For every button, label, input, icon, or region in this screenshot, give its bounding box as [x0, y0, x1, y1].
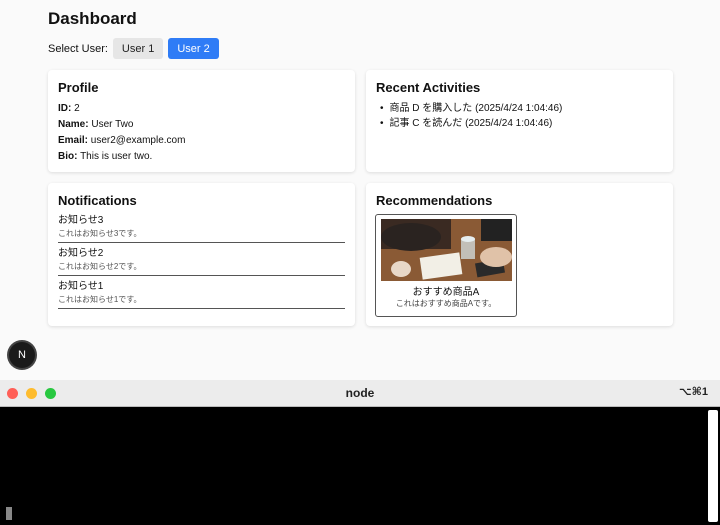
user-2-button[interactable]: User 2 — [168, 38, 219, 59]
recommendations-heading: Recommendations — [376, 193, 493, 208]
notification-body: これはお知らせ1です。 — [58, 295, 142, 304]
terminal-window: node ⌥⌘1 — [0, 380, 720, 525]
profile-id-row: ID: 2 — [58, 101, 345, 117]
profile-name-label: Name: — [58, 119, 89, 130]
recommendation-item[interactable]: おすすめ商品A これはおすすめ商品Aです。 — [375, 214, 517, 317]
user-1-button[interactable]: User 1 — [112, 38, 164, 59]
profile-email-value: user2@example.com — [90, 135, 186, 146]
terminal-scrollbar[interactable] — [708, 410, 718, 522]
notification-title: お知らせ2 — [58, 248, 104, 259]
recommendation-description: これはおすすめ商品Aです。 — [395, 299, 497, 308]
profile-id-value: 2 — [74, 103, 80, 114]
profile-name-value: User Two — [91, 119, 134, 130]
next-badge-letter: N — [18, 349, 26, 361]
activities-card: Recent Activities 商品 D を購入した (2025/4/24 … — [366, 70, 673, 172]
select-user-label: Select User: — [48, 42, 108, 55]
notification-body: これはお知らせ2です。 — [58, 262, 142, 271]
profile-bio-row: Bio: This is user two. — [58, 149, 345, 165]
activity-item: 記事 C を読んだ (2025/4/24 1:04:46) — [380, 116, 663, 131]
notification-title: お知らせ1 — [58, 281, 104, 292]
activity-item: 商品 D を購入した (2025/4/24 1:04:46) — [380, 101, 663, 116]
terminal-title: node — [345, 386, 375, 400]
profile-card: Profile ID: 2 Name: User Two Email: user… — [48, 70, 355, 172]
profile-id-label: ID: — [58, 103, 72, 114]
profile-heading: Profile — [58, 80, 99, 95]
profile-email-label: Email: — [58, 135, 89, 146]
notification-item: お知らせ2 これはお知らせ2です。 — [58, 243, 345, 276]
recommendation-title: おすすめ商品A — [412, 287, 480, 298]
notification-body: これはお知らせ3です。 — [58, 229, 142, 238]
notifications-heading: Notifications — [58, 193, 137, 208]
profile-name-row: Name: User Two — [58, 117, 345, 133]
terminal-titlebar: node ⌥⌘1 — [0, 380, 720, 407]
nextjs-dev-indicator-icon[interactable]: N — [9, 342, 35, 368]
activity-list: 商品 D を購入した (2025/4/24 1:04:46) 記事 C を読んだ… — [376, 101, 663, 131]
notification-title: お知らせ3 — [58, 215, 104, 226]
profile-bio-label: Bio: — [58, 151, 78, 162]
notification-item: お知らせ3 これはお知らせ3です。 — [58, 210, 345, 243]
profile-bio-value: This is user two. — [80, 151, 153, 162]
activities-heading: Recent Activities — [376, 80, 481, 95]
user-selector: Select User: User 1 User 2 — [48, 38, 224, 59]
profile-email-row: Email: user2@example.com — [58, 133, 345, 149]
page-title: Dashboard — [48, 9, 137, 28]
terminal-shortcut: ⌥⌘1 — [679, 386, 708, 398]
notifications-card: Notifications お知らせ3 これはお知らせ3です。 お知らせ2 これ… — [48, 183, 355, 326]
recommendations-card: Recommendations おすすめ商品A これはおすすめ商品Aです。 — [366, 183, 673, 326]
recommendation-image — [381, 219, 512, 281]
terminal-cursor — [6, 507, 12, 520]
browser-viewport: Dashboard Select User: User 1 User 2 Pro… — [0, 0, 720, 380]
notification-item: お知らせ1 これはお知らせ1です。 — [58, 276, 345, 309]
